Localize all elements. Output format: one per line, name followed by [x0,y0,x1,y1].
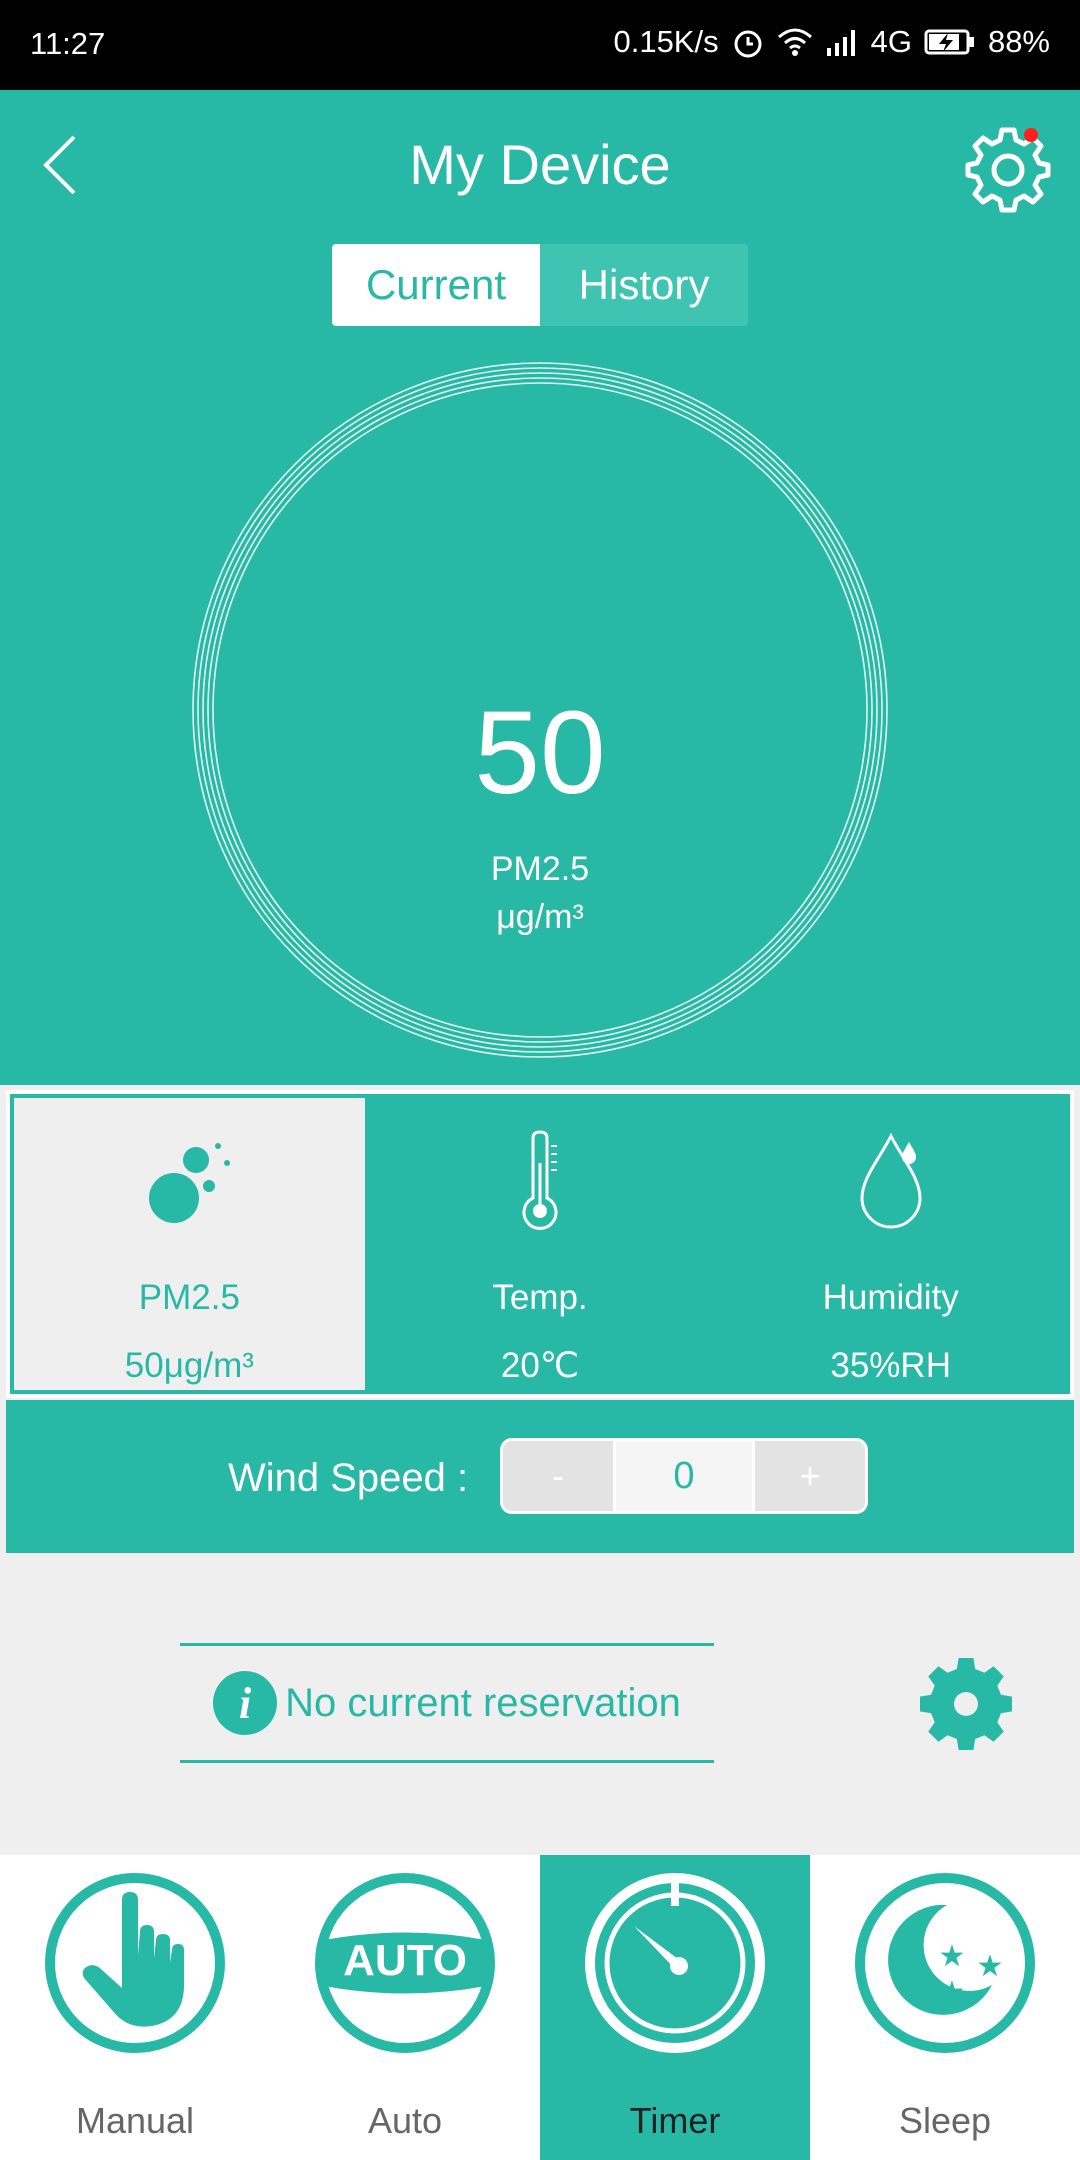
metric-humidity[interactable]: Humidity 35%RH [715,1098,1066,1390]
moon-stars-icon: ★ ★ ★ [855,1873,1035,2053]
settings-button[interactable] [958,118,1058,218]
increase-button[interactable]: + [755,1441,865,1511]
gear-icon [965,127,1051,213]
wind-speed-panel: Wind Speed : - 0 + [6,1400,1074,1553]
signal-icon [826,30,855,56]
hand-icon [45,1873,225,2053]
metric-pm25[interactable]: PM2.5 50μg/m³ [14,1098,365,1390]
metric-temp[interactable]: Temp. 20℃ [365,1098,716,1390]
reservation-settings-icon[interactable] [920,1658,1012,1750]
particles-icon [149,1143,231,1223]
metric-value: 20℃ [500,1346,580,1385]
svg-text:★: ★ [939,1976,966,2009]
mode-label: Auto [367,2100,443,2141]
gauge-value: 50 [474,687,606,819]
mode-label: Timer [629,2100,721,2141]
status-network: 4G [870,24,912,59]
gauge-unit: μg/m³ [496,898,584,936]
wind-speed-stepper: - 0 + [500,1438,868,1514]
metric-name: PM2.5 [138,1278,240,1317]
mode-sleep[interactable]: ★ ★ ★ Sleep [810,1855,1080,2160]
metrics-panel: PM2.5 50μg/m³ Temp. 20℃ Humidity 35%RH [6,1090,1074,1398]
page-title: My Device [409,133,671,196]
wifi-icon [777,28,812,56]
mode-timer[interactable]: Timer [540,1855,810,2160]
info-icon: i [213,1671,278,1735]
wind-speed-value: 0 [613,1441,755,1511]
mode-label: Manual [75,2100,195,2141]
reservation-status: i No current reservation [180,1643,714,1763]
device-header: My Device Current History 50 PM2.5 μg/m³ [0,90,1080,1085]
timer-icon [585,1873,765,2053]
status-time: 11:27 [30,26,106,61]
svg-text:★: ★ [977,1950,1004,1983]
status-battery: 88% [987,24,1050,59]
thermometer-icon [522,1130,558,1230]
droplet-icon [860,1132,922,1229]
metric-name: Humidity [822,1278,959,1317]
decrease-button[interactable]: - [503,1441,613,1511]
pm25-gauge: 50 PM2.5 μg/m³ [190,360,890,1060]
status-icons: 0.15K/s 4G 88% [613,24,1050,60]
tab-current[interactable]: Current [332,244,540,326]
notification-dot [1024,128,1038,142]
metric-name: Temp. [492,1278,588,1317]
auto-icon: AUTO [315,1873,495,2053]
mode-auto[interactable]: AUTO Auto [270,1855,540,2160]
gauge-label: PM2.5 [490,850,590,888]
mode-bar: Manual AUTO Auto Timer ★ ★ ★ Sleep [0,1855,1080,2160]
metric-value: 35%RH [830,1346,951,1385]
view-tabs: Current History [332,244,748,326]
svg-text:★: ★ [939,1940,966,1973]
alarm-icon [734,30,762,58]
mode-label: Sleep [898,2100,992,2141]
tab-history[interactable]: History [540,244,748,326]
status-net-speed: 0.15K/s [613,24,719,59]
svg-text:AUTO: AUTO [343,1936,467,1985]
status-bar: 11:27 0.15K/s 4G 88% [0,0,1080,90]
metric-value: 50μg/m³ [124,1346,254,1385]
mode-manual[interactable]: Manual [0,1855,270,2160]
reservation-text: No current reservation [285,1680,681,1725]
wind-speed-label: Wind Speed : [228,1456,469,1500]
battery-charging-icon [924,29,974,55]
